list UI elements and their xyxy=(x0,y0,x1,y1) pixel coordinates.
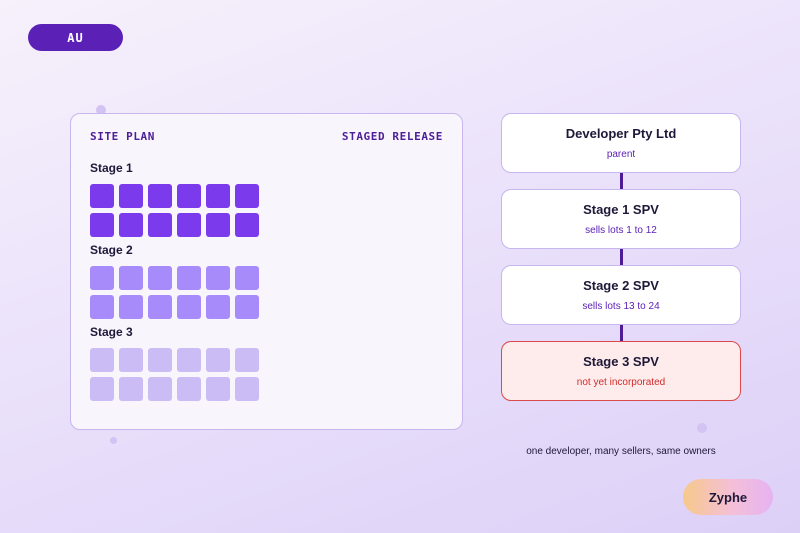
entity-developer: Developer Pty Ltd parent xyxy=(501,113,741,173)
lot-cell xyxy=(206,377,230,401)
lot-cell xyxy=(148,266,172,290)
staged-release-tag: STAGED RELEASE xyxy=(341,130,443,143)
entity-stage-1-spv: Stage 1 SPV sells lots 1 to 12 xyxy=(501,189,741,249)
lot-cell xyxy=(119,295,143,319)
entity-role: sells lots 1 to 12 xyxy=(585,225,657,236)
decorative-dot xyxy=(697,423,707,433)
lot-cell xyxy=(206,184,230,208)
lot-cell xyxy=(235,348,259,372)
entity-name: Developer Pty Ltd xyxy=(565,126,677,141)
entity-name: Stage 2 SPV xyxy=(583,278,659,293)
lot-cell xyxy=(90,266,114,290)
lot-cell xyxy=(148,377,172,401)
region-badge-label: AU xyxy=(67,30,84,45)
lot-cell xyxy=(119,348,143,372)
entity-role: parent xyxy=(606,149,636,160)
lot-cell xyxy=(90,295,114,319)
lot-cell xyxy=(235,295,259,319)
lot-cell xyxy=(206,295,230,319)
diagram-caption: one developer, many sellers, same owners xyxy=(526,446,716,457)
lot-cell xyxy=(206,266,230,290)
lot-cell xyxy=(148,184,172,208)
lot-cell xyxy=(235,377,259,401)
lot-cell xyxy=(206,213,230,237)
lot-cell xyxy=(177,213,201,237)
lot-cell xyxy=(119,377,143,401)
lot-cell xyxy=(148,295,172,319)
lot-cell xyxy=(235,184,259,208)
brand-logo-text: Zyphe xyxy=(708,489,748,505)
connector-line xyxy=(620,325,623,342)
site-plan-title: SITE PLAN xyxy=(90,130,156,143)
stage-3-label: Stage 3 xyxy=(90,325,133,339)
lot-cell xyxy=(206,348,230,372)
entity-name: Stage 3 SPV xyxy=(583,354,659,369)
brand-logo: Zyphe xyxy=(683,479,773,515)
entity-stage-3-spv: Stage 3 SPV not yet incorporated xyxy=(501,341,741,401)
decorative-dot xyxy=(110,437,117,444)
lot-cell xyxy=(148,348,172,372)
lot-cell xyxy=(119,213,143,237)
lot-cell xyxy=(177,295,201,319)
lot-cell xyxy=(90,213,114,237)
site-plan-card: SITE PLAN STAGED RELEASE Stage 1 Stage 2… xyxy=(70,113,463,430)
lot-cell xyxy=(177,377,201,401)
region-badge: AU xyxy=(28,24,123,51)
entity-stage-2-spv: Stage 2 SPV sells lots 13 to 24 xyxy=(501,265,741,325)
lot-cell xyxy=(235,266,259,290)
lot-cell xyxy=(177,184,201,208)
lot-cell xyxy=(235,213,259,237)
lot-cell xyxy=(90,184,114,208)
lot-cell xyxy=(177,348,201,372)
entity-name: Stage 1 SPV xyxy=(583,202,659,217)
entity-role: sells lots 13 to 24 xyxy=(582,301,660,312)
stage-2-label: Stage 2 xyxy=(90,243,133,257)
entity-status: not yet incorporated xyxy=(576,377,666,388)
lot-cell xyxy=(119,266,143,290)
stage-1-label: Stage 1 xyxy=(90,161,133,175)
lot-cell xyxy=(177,266,201,290)
lot-cell xyxy=(148,213,172,237)
connector-line xyxy=(620,173,623,190)
lot-cell xyxy=(90,348,114,372)
lot-cell xyxy=(119,184,143,208)
connector-line xyxy=(620,249,623,266)
lot-cell xyxy=(90,377,114,401)
